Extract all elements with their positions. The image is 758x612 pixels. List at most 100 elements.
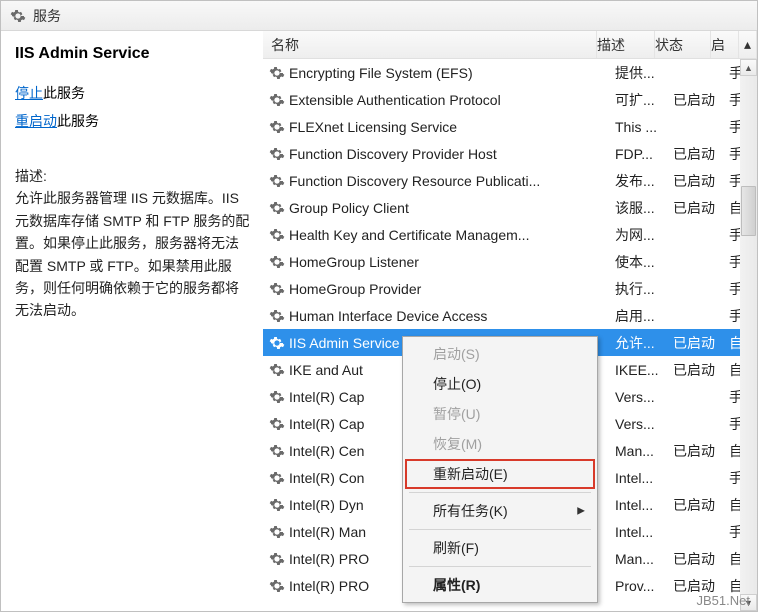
service-desc: 允许... <box>615 333 673 353</box>
gear-icon <box>267 173 287 189</box>
gear-icon <box>267 200 287 216</box>
service-desc: 可扩... <box>615 90 673 110</box>
details-pane: IIS Admin Service 停止此服务 重启动此服务 描述: 允许此服务… <box>1 31 263 611</box>
service-desc: 启用... <box>615 306 673 326</box>
restart-suffix: 此服务 <box>57 113 99 129</box>
stop-service-line: 停止此服务 <box>15 83 251 103</box>
scroll-up-icon[interactable]: ▴ <box>739 31 757 58</box>
gear-icon <box>267 551 287 567</box>
window-body: IIS Admin Service 停止此服务 重启动此服务 描述: 允许此服务… <box>1 31 757 611</box>
gear-icon <box>267 227 287 243</box>
context-menu[interactable]: 启动(S)停止(O)暂停(U)恢复(M)重新启动(E)所有任务(K)▶刷新(F)… <box>402 336 598 603</box>
service-name: Function Discovery Resource Publicati... <box>287 173 615 189</box>
gear-icon <box>267 470 287 486</box>
col-status[interactable]: 状态 <box>655 31 711 58</box>
service-status: 已启动 <box>673 441 729 461</box>
restart-link[interactable]: 重启动 <box>15 113 57 129</box>
service-status: 已启动 <box>673 360 729 380</box>
service-row[interactable]: Function Discovery Resource Publicati...… <box>263 167 757 194</box>
scroll-thumb[interactable] <box>741 186 756 236</box>
scroll-track[interactable] <box>740 76 757 594</box>
stop-suffix: 此服务 <box>43 85 85 101</box>
service-desc: This ... <box>615 119 673 135</box>
service-name: HomeGroup Provider <box>287 281 615 297</box>
service-desc: Vers... <box>615 416 673 432</box>
vertical-scrollbar[interactable]: ▲ ▼ <box>740 59 757 611</box>
menu-item-resume: 恢复(M) <box>405 429 595 459</box>
menu-item-props[interactable]: 属性(R) <box>405 570 595 600</box>
restart-service-line: 重启动此服务 <box>15 111 251 131</box>
gear-icon <box>267 416 287 432</box>
gear-icon <box>267 254 287 270</box>
service-status: 已启动 <box>673 333 729 353</box>
service-row[interactable]: Encrypting File System (EFS)提供...手 <box>263 59 757 86</box>
description-block: 描述: 允许此服务器管理 IIS 元数据库。IIS 元数据库存储 SMTP 和 … <box>15 165 251 322</box>
gear-icon <box>267 281 287 297</box>
scroll-up-button[interactable]: ▲ <box>740 59 757 76</box>
menu-separator <box>409 492 591 493</box>
menu-item-start: 启动(S) <box>405 339 595 369</box>
menu-separator <box>409 529 591 530</box>
service-row[interactable]: HomeGroup Provider执行...手 <box>263 275 757 302</box>
service-row[interactable]: Human Interface Device Access启用...手 <box>263 302 757 329</box>
menu-item-stop[interactable]: 停止(O) <box>405 369 595 399</box>
service-desc: Man... <box>615 443 673 459</box>
service-heading: IIS Admin Service <box>15 45 251 63</box>
service-desc: Intel... <box>615 497 673 513</box>
service-desc: Prov... <box>615 578 673 594</box>
service-desc: 发布... <box>615 171 673 191</box>
description-body: 允许此服务器管理 IIS 元数据库。IIS 元数据库存储 SMTP 和 FTP … <box>15 187 251 321</box>
service-desc: FDP... <box>615 146 673 162</box>
service-name: Function Discovery Provider Host <box>287 146 615 162</box>
gear-icon <box>267 119 287 135</box>
col-startup[interactable]: 启 <box>711 31 739 58</box>
col-desc[interactable]: 描述 <box>597 31 655 58</box>
column-headers: 名称 描述 状态 启 ▴ <box>263 31 757 59</box>
service-status: 已启动 <box>673 198 729 218</box>
watermark: JB51.Net <box>697 593 750 608</box>
gear-icon <box>267 362 287 378</box>
gear-icon <box>267 389 287 405</box>
menu-separator <box>409 566 591 567</box>
gear-icon <box>267 443 287 459</box>
service-name: HomeGroup Listener <box>287 254 615 270</box>
menu-item-restart[interactable]: 重新启动(E) <box>405 459 595 489</box>
service-status: 已启动 <box>673 171 729 191</box>
service-row[interactable]: HomeGroup Listener使本...手 <box>263 248 757 275</box>
titlebar: 服务 <box>1 1 757 31</box>
service-row[interactable]: Function Discovery Provider HostFDP...已启… <box>263 140 757 167</box>
service-desc: Vers... <box>615 389 673 405</box>
service-row[interactable]: Group Policy Client该服...已启动自 <box>263 194 757 221</box>
menu-item-refresh[interactable]: 刷新(F) <box>405 533 595 563</box>
gear-icon <box>267 65 287 81</box>
service-row[interactable]: Health Key and Certificate Managem...为网.… <box>263 221 757 248</box>
gear-icon <box>267 146 287 162</box>
service-desc: IKEE... <box>615 362 673 378</box>
gear-icon <box>267 308 287 324</box>
gear-icon <box>267 92 287 108</box>
description-label: 描述: <box>15 165 251 187</box>
gear-icon <box>267 335 287 351</box>
service-name: Encrypting File System (EFS) <box>287 65 615 81</box>
service-row[interactable]: FLEXnet Licensing ServiceThis ...手 <box>263 113 757 140</box>
service-name: Human Interface Device Access <box>287 308 615 324</box>
service-status: 已启动 <box>673 495 729 515</box>
gear-icon <box>267 497 287 513</box>
chevron-right-icon: ▶ <box>577 506 585 517</box>
stop-link[interactable]: 停止 <box>15 85 43 101</box>
window-title: 服务 <box>33 6 61 26</box>
service-desc: Intel... <box>615 524 673 540</box>
service-desc: 执行... <box>615 279 673 299</box>
service-name: Extensible Authentication Protocol <box>287 92 615 108</box>
service-desc: Intel... <box>615 470 673 486</box>
service-desc: 使本... <box>615 252 673 272</box>
menu-item-alltasks[interactable]: 所有任务(K)▶ <box>405 496 595 526</box>
gear-icon <box>267 578 287 594</box>
service-status: 已启动 <box>673 90 729 110</box>
col-name[interactable]: 名称 <box>263 31 597 58</box>
service-desc: 提供... <box>615 63 673 83</box>
service-row[interactable]: Extensible Authentication Protocol可扩...已… <box>263 86 757 113</box>
service-name: FLEXnet Licensing Service <box>287 119 615 135</box>
service-status: 已启动 <box>673 549 729 569</box>
services-window: 服务 IIS Admin Service 停止此服务 重启动此服务 描述: 允许… <box>0 0 758 612</box>
